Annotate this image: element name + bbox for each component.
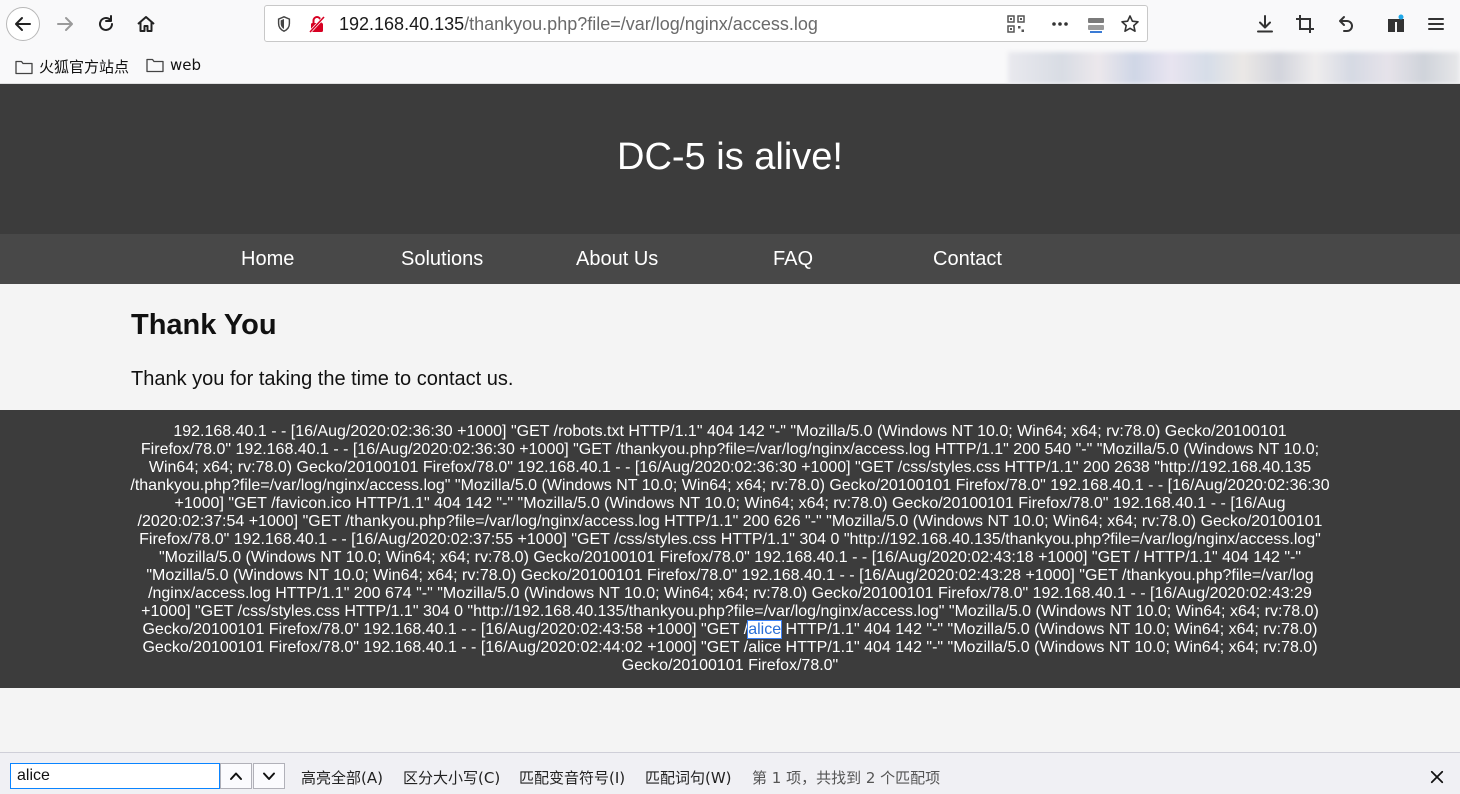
close-icon <box>1430 770 1444 784</box>
crop-icon <box>1296 15 1314 33</box>
site-nav: Home Solutions About Us FAQ Contact <box>0 234 1460 284</box>
search-match-highlight: alice <box>747 620 783 639</box>
extensions-button[interactable] <box>1384 12 1408 36</box>
highlight-all-toggle[interactable]: 高亮全部(A) <box>301 767 383 788</box>
back-arrow-icon <box>15 17 31 31</box>
reader-server-icon[interactable] <box>1086 14 1106 34</box>
find-previous-button[interactable] <box>220 763 252 789</box>
find-close-button[interactable] <box>1426 766 1448 788</box>
log-text-before: 192.168.40.1 - - [16/Aug/2020:02:36:30 +… <box>130 423 1330 638</box>
bookmark-folder-web[interactable]: web <box>146 56 201 74</box>
url-bar[interactable]: 192.168.40.135/thankyou.php?file=/var/lo… <box>264 5 1148 42</box>
hamburger-menu-icon <box>1428 18 1444 30</box>
url-host: 192.168.40.135 <box>339 14 465 34</box>
nav-link-contact[interactable]: Contact <box>933 248 1002 271</box>
bookmark-label: web <box>170 56 202 74</box>
chevron-up-icon <box>230 772 242 780</box>
reload-button[interactable] <box>89 7 123 41</box>
undo-close-button[interactable] <box>1333 12 1357 36</box>
nav-link-faq[interactable]: FAQ <box>773 248 813 271</box>
home-icon <box>137 16 155 32</box>
back-button[interactable] <box>6 7 40 41</box>
bookmark-folder-firefox[interactable]: 火狐官方站点 <box>15 56 129 77</box>
find-input[interactable] <box>10 763 220 789</box>
forward-arrow-icon <box>57 17 73 31</box>
home-button[interactable] <box>129 7 163 41</box>
whole-words-toggle[interactable]: 匹配词句(W) <box>645 767 732 788</box>
nav-link-solutions[interactable]: Solutions <box>401 248 483 271</box>
find-status: 第 1 项，共找到 2 个匹配项 <box>752 769 941 787</box>
screenshot-button[interactable] <box>1293 12 1317 36</box>
find-next-button[interactable] <box>253 763 285 789</box>
download-icon <box>1257 15 1273 33</box>
tracking-shield-icon[interactable] <box>274 14 294 34</box>
match-case-toggle[interactable]: 区分大小写(C) <box>403 767 500 788</box>
url-path: /thankyou.php?file=/var/log/nginx/access… <box>464 14 818 34</box>
match-diacritics-toggle[interactable]: 匹配变音符号(I) <box>519 767 625 788</box>
nav-link-about-us[interactable]: About Us <box>576 248 658 271</box>
access-log-output: 192.168.40.1 - - [16/Aug/2020:02:36:30 +… <box>0 410 1460 688</box>
undo-icon <box>1339 16 1353 32</box>
folder-icon <box>146 58 164 73</box>
blurred-bookmarks-area <box>1008 52 1460 84</box>
site-header: DC-5 is alive! <box>0 84 1460 234</box>
page-actions-icon[interactable] <box>1050 14 1070 34</box>
extensions-icon <box>1388 14 1404 32</box>
url-text[interactable]: 192.168.40.135/thankyou.php?file=/var/lo… <box>339 14 818 35</box>
downloads-button[interactable] <box>1253 12 1277 36</box>
qr-code-icon[interactable] <box>1006 14 1026 34</box>
log-text: 192.168.40.1 - - [16/Aug/2020:02:36:30 +… <box>128 423 1332 675</box>
bookmark-label: 火狐官方站点 <box>39 58 130 76</box>
forward-button[interactable] <box>48 7 82 41</box>
menu-button[interactable] <box>1424 12 1448 36</box>
browser-toolbar: 192.168.40.135/thankyou.php?file=/var/lo… <box>0 0 1460 48</box>
page-heading: Thank You <box>131 309 277 341</box>
reload-icon <box>99 15 113 31</box>
find-bar: 高亮全部(A) 区分大小写(C) 匹配变音符号(I) 匹配词句(W) 第 1 项… <box>0 752 1460 794</box>
content-section: Thank You Thank you for taking the time … <box>0 284 1460 410</box>
site-title: DC-5 is alive! <box>617 136 843 178</box>
chevron-down-icon <box>263 772 275 780</box>
folder-icon <box>15 60 33 74</box>
bookmark-star-icon[interactable] <box>1120 14 1140 34</box>
nav-link-home[interactable]: Home <box>241 248 294 271</box>
insecure-lock-icon[interactable] <box>307 14 327 34</box>
thank-you-message: Thank you for taking the time to contact… <box>131 368 514 390</box>
